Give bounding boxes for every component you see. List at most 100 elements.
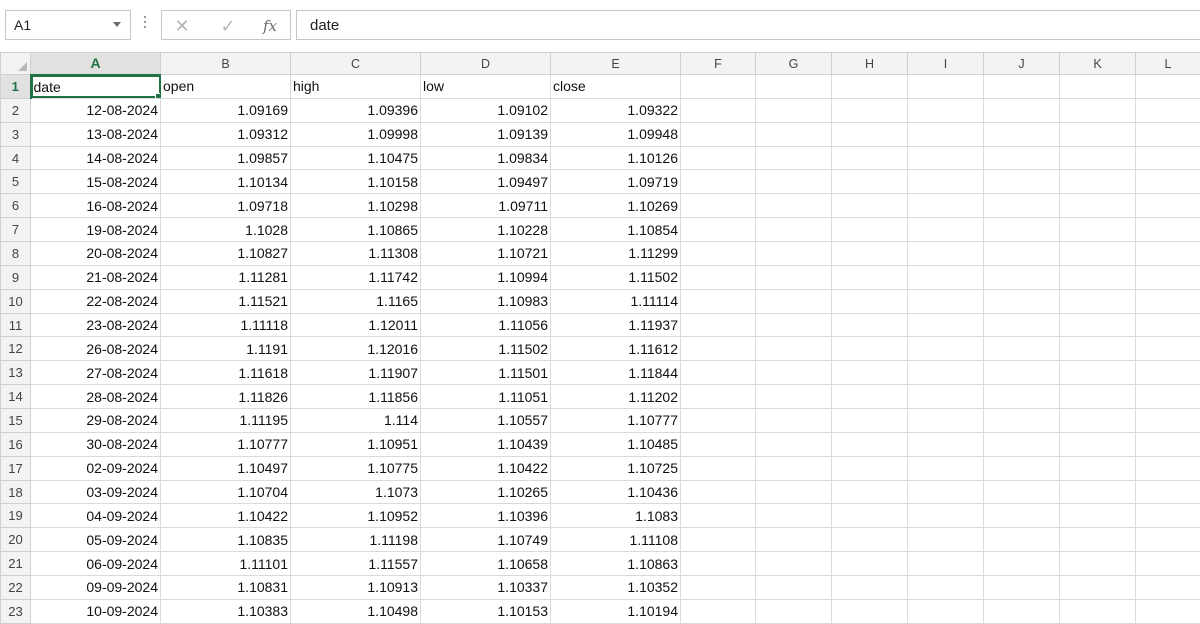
cell-j18[interactable] bbox=[983, 479, 1060, 505]
cell-l8[interactable] bbox=[1135, 241, 1200, 266]
cell-d18[interactable]: 1.10265 bbox=[420, 479, 551, 505]
cell-b11[interactable]: 1.11118 bbox=[160, 312, 291, 338]
cell-j23[interactable] bbox=[983, 598, 1060, 624]
cell-c12[interactable]: 1.12016 bbox=[290, 336, 421, 362]
cell-d9[interactable]: 1.10994 bbox=[420, 264, 551, 290]
cell-g4[interactable] bbox=[755, 145, 832, 171]
cell-e23[interactable]: 1.10194 bbox=[550, 598, 681, 624]
cell-d4[interactable]: 1.09834 bbox=[420, 145, 551, 171]
cell-a7[interactable]: 19-08-2024 bbox=[30, 217, 161, 243]
cell-h16[interactable] bbox=[831, 431, 908, 457]
column-header-a[interactable]: A bbox=[30, 52, 161, 76]
column-header-j[interactable]: J bbox=[983, 52, 1060, 75]
cell-a10[interactable]: 22-08-2024 bbox=[30, 288, 161, 314]
cell-b14[interactable]: 1.11826 bbox=[160, 384, 291, 410]
cell-h12[interactable] bbox=[831, 336, 908, 362]
cell-i5[interactable] bbox=[907, 169, 984, 195]
cell-k10[interactable] bbox=[1059, 288, 1136, 314]
cell-e3[interactable]: 1.09948 bbox=[550, 121, 681, 147]
row-header[interactable]: 14 bbox=[0, 384, 31, 410]
cell-h17[interactable] bbox=[831, 455, 908, 481]
cell-i20[interactable] bbox=[907, 527, 984, 553]
cell-d7[interactable]: 1.10228 bbox=[420, 217, 551, 243]
row-header[interactable]: 8 bbox=[0, 241, 31, 266]
cell-f18[interactable] bbox=[680, 479, 756, 505]
enter-icon[interactable]: ✓ bbox=[216, 15, 240, 37]
cell-c22[interactable]: 1.10913 bbox=[290, 575, 421, 600]
cell-i15[interactable] bbox=[907, 408, 984, 433]
cell-c4[interactable]: 1.10475 bbox=[290, 145, 421, 171]
cell-c15[interactable]: 1.114 bbox=[290, 408, 421, 433]
cell-g3[interactable] bbox=[755, 121, 832, 147]
cell-f11[interactable] bbox=[680, 312, 756, 338]
cell-a16[interactable]: 30-08-2024 bbox=[30, 431, 161, 457]
cell-c18[interactable]: 1.1073 bbox=[290, 479, 421, 505]
fill-handle[interactable] bbox=[155, 92, 160, 98]
cell-h1[interactable] bbox=[831, 74, 908, 99]
cell-g7[interactable] bbox=[755, 217, 832, 243]
cell-k5[interactable] bbox=[1059, 169, 1136, 195]
cell-l9[interactable] bbox=[1135, 264, 1200, 290]
cell-d14[interactable]: 1.11051 bbox=[420, 384, 551, 410]
cell-j15[interactable] bbox=[983, 408, 1060, 433]
cell-l1[interactable] bbox=[1135, 74, 1200, 99]
cell-a12[interactable]: 26-08-2024 bbox=[30, 336, 161, 362]
cell-c10[interactable]: 1.1165 bbox=[290, 288, 421, 314]
cell-a8[interactable]: 20-08-2024 bbox=[30, 241, 161, 266]
cell-b17[interactable]: 1.10497 bbox=[160, 455, 291, 481]
cell-d22[interactable]: 1.10337 bbox=[420, 575, 551, 600]
cell-l20[interactable] bbox=[1135, 527, 1200, 553]
cell-e2[interactable]: 1.09322 bbox=[550, 97, 681, 123]
cell-c6[interactable]: 1.10298 bbox=[290, 193, 421, 219]
cell-e16[interactable]: 1.10485 bbox=[550, 431, 681, 457]
cell-k6[interactable] bbox=[1059, 193, 1136, 219]
cell-k13[interactable] bbox=[1059, 360, 1136, 386]
cell-h19[interactable] bbox=[831, 503, 908, 529]
cell-c2[interactable]: 1.09396 bbox=[290, 97, 421, 123]
cell-h2[interactable] bbox=[831, 97, 908, 123]
cell-c8[interactable]: 1.11308 bbox=[290, 241, 421, 266]
cell-l13[interactable] bbox=[1135, 360, 1200, 386]
cell-j20[interactable] bbox=[983, 527, 1060, 553]
cell-c21[interactable]: 1.11557 bbox=[290, 551, 421, 577]
cell-e8[interactable]: 1.11299 bbox=[550, 241, 681, 266]
cell-d2[interactable]: 1.09102 bbox=[420, 97, 551, 123]
cell-a18[interactable]: 03-09-2024 bbox=[30, 479, 161, 505]
cell-e7[interactable]: 1.10854 bbox=[550, 217, 681, 243]
column-header-c[interactable]: C bbox=[290, 52, 421, 75]
column-header-k[interactable]: K bbox=[1059, 52, 1136, 75]
cell-g6[interactable] bbox=[755, 193, 832, 219]
cell-h6[interactable] bbox=[831, 193, 908, 219]
cell-g19[interactable] bbox=[755, 503, 832, 529]
cell-l7[interactable] bbox=[1135, 217, 1200, 243]
cell-a19[interactable]: 04-09-2024 bbox=[30, 503, 161, 529]
cell-l10[interactable] bbox=[1135, 288, 1200, 314]
row-header[interactable]: 6 bbox=[0, 193, 31, 219]
cell-i8[interactable] bbox=[907, 241, 984, 266]
insert-function-icon[interactable]: fx bbox=[258, 15, 282, 37]
cell-f14[interactable] bbox=[680, 384, 756, 410]
cell-l2[interactable] bbox=[1135, 97, 1200, 123]
cell-k7[interactable] bbox=[1059, 217, 1136, 243]
cell-f1[interactable] bbox=[680, 74, 756, 99]
cell-g2[interactable] bbox=[755, 97, 832, 123]
cell-d12[interactable]: 1.11502 bbox=[420, 336, 551, 362]
cell-d1[interactable]: low bbox=[420, 74, 551, 99]
cell-j12[interactable] bbox=[983, 336, 1060, 362]
cell-b8[interactable]: 1.10827 bbox=[160, 241, 291, 266]
column-header-f[interactable]: F bbox=[680, 52, 756, 75]
cell-i22[interactable] bbox=[907, 575, 984, 600]
cell-f4[interactable] bbox=[680, 145, 756, 171]
cell-e18[interactable]: 1.10436 bbox=[550, 479, 681, 505]
cell-e20[interactable]: 1.11108 bbox=[550, 527, 681, 553]
cell-h22[interactable] bbox=[831, 575, 908, 600]
cell-i13[interactable] bbox=[907, 360, 984, 386]
cell-b3[interactable]: 1.09312 bbox=[160, 121, 291, 147]
cell-f5[interactable] bbox=[680, 169, 756, 195]
cell-h10[interactable] bbox=[831, 288, 908, 314]
cell-k1[interactable] bbox=[1059, 74, 1136, 99]
cell-h7[interactable] bbox=[831, 217, 908, 243]
row-header[interactable]: 9 bbox=[0, 264, 31, 290]
column-header-g[interactable]: G bbox=[755, 52, 832, 75]
cell-a3[interactable]: 13-08-2024 bbox=[30, 121, 161, 147]
